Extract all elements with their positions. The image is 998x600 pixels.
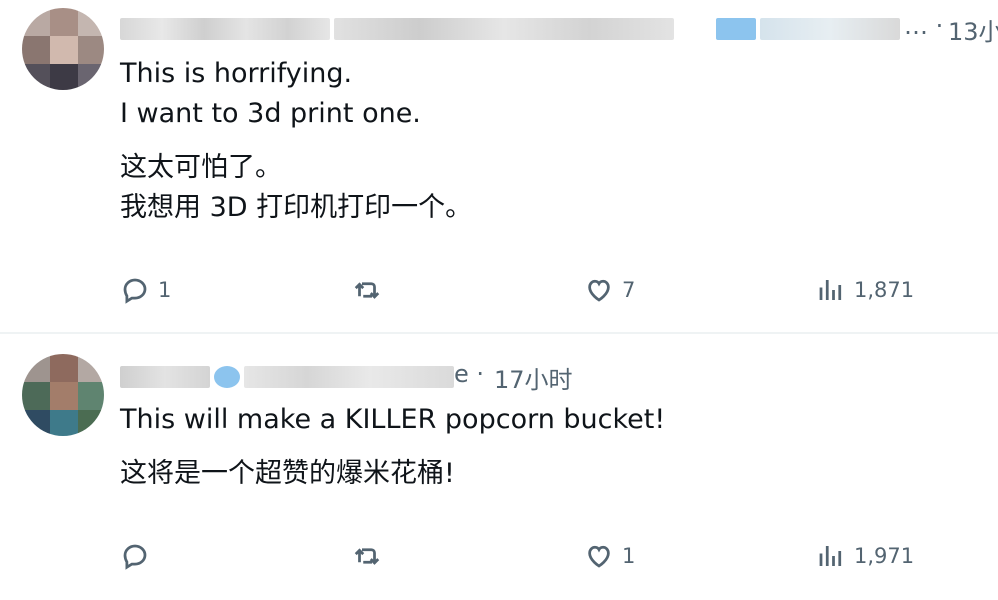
- action-bar: 1 7 1,871: [0, 270, 998, 310]
- tweet-text-english: This will make a KILLER popcorn bucket!: [120, 400, 665, 440]
- timestamp-prefix: … ·: [904, 12, 944, 40]
- tweet-1[interactable]: … · 13小 This is horrifying. I want to 3d…: [0, 0, 998, 333]
- retweet-icon: [354, 282, 380, 299]
- like-count: 1: [622, 544, 636, 568]
- reply-button[interactable]: 1: [120, 270, 171, 310]
- tweet-text-chinese: 这将是一个超赞的爆米花桶!: [120, 454, 455, 494]
- verified-badge-blurred: [214, 366, 240, 388]
- tweet-text-line: This will make a KILLER popcorn bucket!: [120, 404, 666, 435]
- reply-icon: [123, 278, 147, 304]
- heart-icon: [588, 545, 610, 568]
- views-count: 1,971: [854, 544, 915, 568]
- blurred-display-name[interactable]: [120, 18, 330, 40]
- reply-icon: [123, 544, 147, 570]
- tweet-text-english: This is horrifying. I want to 3d print o…: [120, 54, 421, 134]
- like-count: 7: [622, 278, 636, 302]
- timestamp-prefix: e ·: [454, 360, 485, 388]
- verified-badge-blurred: [716, 18, 756, 40]
- views-count: 1,871: [854, 278, 915, 302]
- retweet-button[interactable]: [352, 270, 390, 310]
- retweet-button[interactable]: [352, 536, 390, 576]
- reply-button[interactable]: [120, 536, 158, 576]
- like-button[interactable]: 7: [584, 270, 635, 310]
- tweet-text-chinese: 这太可怕了。 我想用 3D 打印机打印一个。: [120, 148, 472, 228]
- retweet-icon: [354, 548, 380, 565]
- blurred-handle[interactable]: [334, 18, 674, 40]
- tweet-text-line: 这太可怕了。: [120, 152, 282, 183]
- views-button[interactable]: 1,971: [816, 536, 914, 576]
- avatar[interactable]: [22, 8, 104, 90]
- like-button[interactable]: 1: [584, 536, 635, 576]
- avatar[interactable]: [22, 354, 104, 436]
- reply-count: 1: [158, 278, 172, 302]
- heart-icon: [588, 279, 610, 302]
- timestamp[interactable]: 13小: [948, 12, 998, 47]
- tweet-text-line: I want to 3d print one.: [120, 98, 421, 129]
- views-button[interactable]: 1,871: [816, 270, 914, 310]
- blurred-display-name[interactable]: [120, 366, 210, 388]
- views-chart-icon: [819, 280, 842, 300]
- action-bar: 1 1,971: [0, 536, 998, 576]
- timestamp[interactable]: 17小时: [494, 360, 573, 395]
- blurred-username-2: [760, 18, 900, 40]
- tweet-text-line: 这将是一个超赞的爆米花桶!: [120, 458, 455, 489]
- blurred-handle[interactable]: [244, 366, 454, 388]
- tweet-text-line: 我想用 3D 打印机打印一个。: [120, 192, 473, 223]
- views-chart-icon: [819, 546, 842, 566]
- tweet-text-line: This is horrifying.: [120, 58, 353, 89]
- tweet-2[interactable]: e · 17小时 This will make a KILLER popcorn…: [0, 334, 998, 600]
